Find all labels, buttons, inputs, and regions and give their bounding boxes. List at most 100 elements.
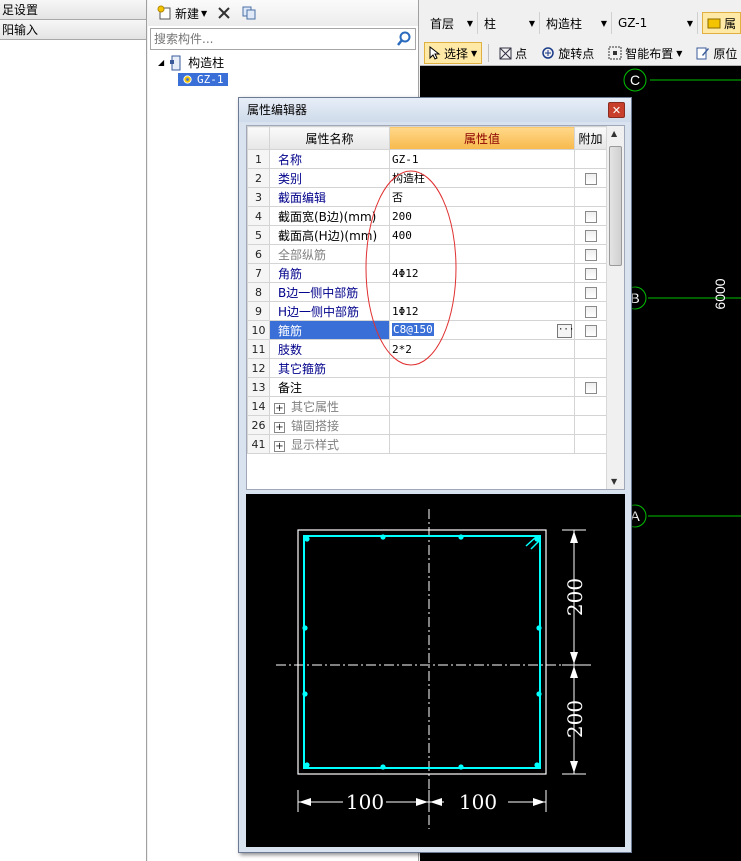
property-name-cell[interactable]: 角筋 bbox=[269, 263, 390, 283]
vertical-scrollbar[interactable]: ▲ ▼ bbox=[606, 126, 624, 489]
property-name-cell[interactable]: 截面编辑 bbox=[269, 187, 390, 207]
table-row[interactable]: 13 备注 bbox=[247, 377, 607, 397]
table-row[interactable]: 1 名称 GZ-1 bbox=[247, 149, 607, 169]
property-value-label: 2*2 bbox=[392, 342, 412, 356]
component-search-box bbox=[150, 28, 416, 50]
property-grid: 属性名称 属性值 附加 1 名称 GZ-1 2 类别 构造柱 3 截面编辑 否 4 截面宽(B边)(… bbox=[246, 125, 625, 490]
tree-selected-item[interactable]: GZ-1 bbox=[178, 73, 228, 86]
property-value-cell[interactable] bbox=[389, 434, 575, 454]
property-value-cell[interactable]: 否 bbox=[389, 187, 575, 207]
component-combo[interactable]: GZ-1 ▼ bbox=[612, 12, 698, 34]
attach-checkbox[interactable] bbox=[584, 210, 597, 223]
expand-plus-icon[interactable]: + bbox=[274, 402, 285, 414]
element-type-combo[interactable]: 柱 ▼ bbox=[478, 12, 540, 34]
property-name-cell[interactable]: 备注 bbox=[269, 377, 390, 397]
attach-checkbox[interactable] bbox=[584, 324, 597, 337]
search-icon[interactable] bbox=[395, 30, 413, 48]
expand-plus-icon[interactable]: + bbox=[274, 421, 285, 433]
tree-node-child[interactable]: GZ-1 bbox=[158, 71, 228, 88]
scroll-up-icon[interactable]: ▲ bbox=[611, 129, 617, 138]
rotate-point-button[interactable]: 旋转点 bbox=[537, 42, 598, 64]
property-name-cell[interactable]: + 锚固搭接 bbox=[269, 415, 390, 435]
delete-button[interactable] bbox=[214, 2, 234, 24]
property-value-cell[interactable] bbox=[389, 396, 575, 416]
attach-checkbox[interactable] bbox=[584, 286, 597, 299]
scrollbar-thumb[interactable] bbox=[609, 146, 622, 266]
component-search-input[interactable] bbox=[151, 29, 391, 49]
new-component-button[interactable]: 新建 ▼ bbox=[154, 2, 210, 24]
property-name-cell[interactable]: + 其它属性 bbox=[269, 396, 390, 416]
copy-button[interactable] bbox=[238, 2, 260, 24]
nav-item-input[interactable]: 阳输入 bbox=[0, 20, 146, 40]
smart-layout-button[interactable]: 智能布置 ▼ bbox=[604, 42, 686, 64]
original-position-button[interactable]: 原位 bbox=[692, 42, 741, 64]
table-row[interactable]: 3 截面编辑 否 bbox=[247, 187, 607, 207]
property-value-cell[interactable]: 2*2 bbox=[389, 339, 575, 359]
table-row[interactable]: 26 + 锚固搭接 bbox=[247, 415, 607, 435]
table-row[interactable]: 41 + 显示样式 bbox=[247, 434, 607, 454]
expand-plus-icon[interactable]: + bbox=[274, 440, 285, 452]
property-name-cell[interactable]: 截面宽(B边)(mm) bbox=[269, 206, 390, 226]
dialog-title-bar[interactable]: 属性编辑器 ✕ bbox=[239, 98, 631, 122]
table-row[interactable]: 9 H边一侧中部筋 1Φ12 bbox=[247, 301, 607, 321]
property-name-cell[interactable]: 肢数 bbox=[269, 339, 390, 359]
property-value-cell[interactable]: C8@150 ··· bbox=[389, 320, 575, 340]
table-row[interactable]: 11 肢数 2*2 bbox=[247, 339, 607, 359]
collapse-arrow-icon[interactable]: ◢ bbox=[158, 58, 164, 67]
table-row[interactable]: 6 全部纵筋 bbox=[247, 244, 607, 264]
attach-checkbox[interactable] bbox=[584, 229, 597, 242]
table-row[interactable]: 14 + 其它属性 bbox=[247, 396, 607, 416]
component-combo-value: GZ-1 bbox=[618, 16, 648, 30]
property-value-cell[interactable]: 4Φ12 bbox=[389, 263, 575, 283]
property-name-cell[interactable]: H边一侧中部筋 bbox=[269, 301, 390, 321]
property-name-cell[interactable]: 全部纵筋 bbox=[269, 244, 390, 264]
ellipsis-button[interactable]: ··· bbox=[557, 323, 574, 338]
attach-checkbox[interactable] bbox=[584, 248, 597, 261]
subtype-combo[interactable]: 构造柱 ▼ bbox=[540, 12, 612, 34]
floor-combo[interactable]: 首层 ▼ bbox=[424, 12, 478, 34]
property-value-cell[interactable] bbox=[389, 358, 575, 378]
close-button[interactable]: ✕ bbox=[608, 102, 625, 118]
table-row[interactable]: 12 其它箍筋 bbox=[247, 358, 607, 378]
table-row[interactable]: 10 箍筋 C8@150 ··· bbox=[247, 320, 607, 340]
rotate-point-label: 旋转点 bbox=[558, 46, 595, 61]
select-button[interactable]: 选择 ▼ bbox=[424, 42, 483, 64]
property-value-cell[interactable]: 构造柱 bbox=[389, 168, 575, 188]
property-value-cell[interactable] bbox=[389, 415, 575, 435]
attach-checkbox[interactable] bbox=[584, 172, 597, 185]
nav-item-settings[interactable]: 足设置 bbox=[0, 0, 146, 20]
rebar-point bbox=[304, 536, 310, 542]
table-row[interactable]: 7 角筋 4Φ12 bbox=[247, 263, 607, 283]
property-name-cell[interactable]: 其它箍筋 bbox=[269, 358, 390, 378]
table-row[interactable]: 2 类别 构造柱 bbox=[247, 168, 607, 188]
property-name-cell[interactable]: 类别 bbox=[269, 168, 390, 188]
tree-node-root[interactable]: ◢ 构造柱 bbox=[158, 54, 228, 71]
table-row[interactable]: 8 B边一侧中部筋 bbox=[247, 282, 607, 302]
property-value-cell[interactable]: 1Φ12 bbox=[389, 301, 575, 321]
property-name-cell[interactable]: 箍筋 bbox=[269, 320, 390, 340]
property-value-cell[interactable] bbox=[389, 282, 575, 302]
property-value-cell[interactable] bbox=[389, 244, 575, 264]
property-name-cell[interactable]: B边一侧中部筋 bbox=[269, 282, 390, 302]
attach-checkbox[interactable] bbox=[584, 305, 597, 318]
attach-checkbox[interactable] bbox=[584, 381, 597, 394]
property-value-cell[interactable]: 400 bbox=[389, 225, 575, 245]
attach-cell bbox=[574, 168, 607, 188]
attach-checkbox[interactable] bbox=[584, 267, 597, 280]
property-value-cell[interactable]: 200 bbox=[389, 206, 575, 226]
property-name-cell[interactable]: 名称 bbox=[269, 149, 390, 169]
header-property-value[interactable]: 属性值 bbox=[389, 126, 575, 150]
property-value-cell[interactable] bbox=[389, 377, 575, 397]
point-button[interactable]: 点 bbox=[495, 42, 531, 64]
attribute-button[interactable]: 属 bbox=[702, 12, 741, 34]
rebar-point bbox=[302, 691, 308, 697]
header-property-name[interactable]: 属性名称 bbox=[269, 126, 390, 150]
table-row[interactable]: 5 截面高(H边)(mm) 400 bbox=[247, 225, 607, 245]
property-name-cell[interactable]: + 显示样式 bbox=[269, 434, 390, 454]
property-value-cell[interactable]: GZ-1 bbox=[389, 149, 575, 169]
subtype-combo-value: 构造柱 bbox=[546, 16, 583, 31]
scroll-down-icon[interactable]: ▼ bbox=[611, 477, 617, 486]
property-name-cell[interactable]: 截面高(H边)(mm) bbox=[269, 225, 390, 245]
table-row[interactable]: 4 截面宽(B边)(mm) 200 bbox=[247, 206, 607, 226]
header-attach[interactable]: 附加 bbox=[574, 126, 607, 150]
